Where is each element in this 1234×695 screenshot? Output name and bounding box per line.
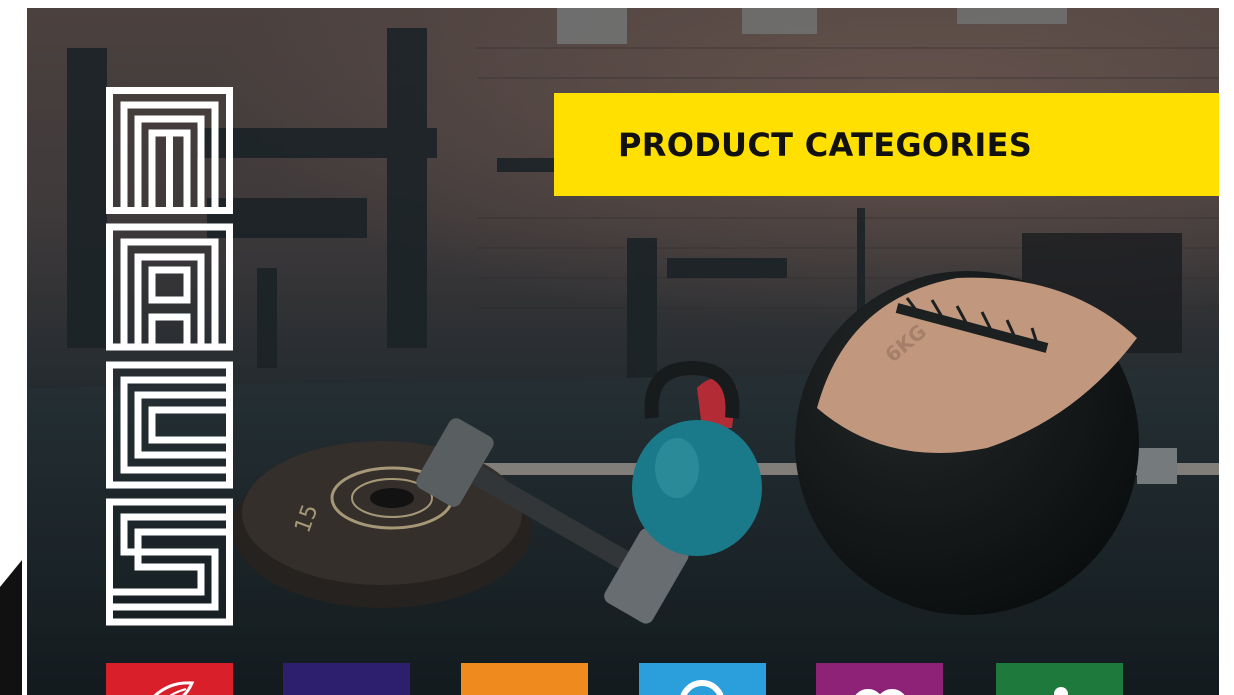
category-tile-6[interactable] (996, 663, 1123, 695)
infinity-icon (816, 663, 943, 695)
page-title: PRODUCT CATEGORIES (618, 125, 1033, 164)
category-banner: PRODUCT CATEGORIES (554, 93, 1219, 196)
category-tile-3[interactable] (461, 663, 588, 695)
page: 15 6KG PRODUCT CATEGORIES (0, 0, 1234, 695)
person-icon (996, 663, 1123, 695)
brand-logo (106, 87, 233, 626)
category-tile-4[interactable] (639, 663, 766, 695)
category-tile-5[interactable] (816, 663, 943, 695)
category-tile-2[interactable] (283, 663, 410, 695)
category-tiles (106, 663, 1126, 695)
page-edge-shape (0, 560, 22, 695)
ring-icon (639, 663, 766, 695)
leaf-icon (106, 663, 233, 695)
category-tile-1[interactable] (106, 663, 233, 695)
hero-image: 15 6KG PRODUCT CATEGORIES (27, 8, 1219, 695)
